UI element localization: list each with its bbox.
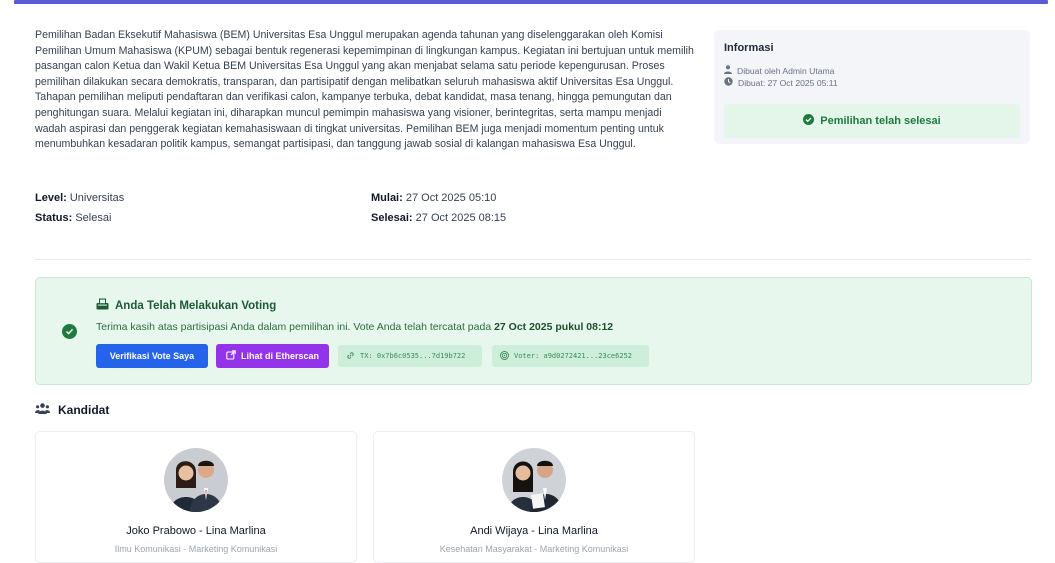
candidate-program: Kesehatan Masyarakat - Marketing Komunik… xyxy=(439,544,629,554)
status-row: Status: Selesai xyxy=(35,212,111,224)
start-label: Mulai: xyxy=(371,192,403,204)
etherscan-button[interactable]: Lihat di Etherscan xyxy=(216,344,329,368)
election-description: Pemilihan Badan Eksekutif Mahasiswa (BEM… xyxy=(35,29,694,151)
verify-vote-label: Verifikasi Vote Saya xyxy=(109,351,195,361)
candidate-name: Andi Wijaya - Lina Marlina xyxy=(470,525,598,537)
info-card: Informasi Dibuat oleh Admin Utama Dibuat… xyxy=(714,30,1030,144)
election-finished-badge: Pemilihan telah selesai xyxy=(724,104,1020,138)
vote-confirmation-card: Anda Telah Melakukan Voting Terima kasih… xyxy=(35,277,1032,385)
level-value: Universitas xyxy=(69,192,125,204)
created-by-row: Dibuat oleh Admin Utama xyxy=(724,65,834,76)
vote-title: Anda Telah Melakukan Voting xyxy=(115,299,277,312)
created-at-text: Dibuat: 27 Oct 2025 05:11 xyxy=(738,77,838,88)
etherscan-label: Lihat di Etherscan xyxy=(240,351,320,361)
vote-success-icon xyxy=(62,324,77,339)
candidates-title: Kandidat xyxy=(58,403,110,417)
level-row: Level: Universitas xyxy=(35,192,124,204)
ballot-box-icon xyxy=(96,298,109,313)
start-row: Mulai: 27 Oct 2025 05:10 xyxy=(371,192,496,204)
candidates-heading: Kandidat xyxy=(35,403,109,417)
start-value: 27 Oct 2025 05:10 xyxy=(405,192,497,204)
top-accent-bar xyxy=(14,0,1048,4)
election-finished-text: Pemilihan telah selesai xyxy=(820,115,941,127)
users-icon xyxy=(35,403,50,417)
vote-time: 27 Oct 2025 pukul 08:12 xyxy=(494,321,614,333)
vote-title-row: Anda Telah Melakukan Voting xyxy=(96,298,276,313)
candidate-card[interactable]: Joko Prabowo - Lina Marlina Ilmu Komunik… xyxy=(35,431,357,563)
link-icon xyxy=(346,351,355,362)
section-divider xyxy=(35,259,1031,260)
status-label: Status: xyxy=(35,212,73,224)
status-value: Selesai xyxy=(75,212,112,224)
voter-address-text: Voter: a9d0272421...23ce6252 xyxy=(514,352,633,360)
candidate-card[interactable]: Andi Wijaya - Lina Marlina Kesehatan Mas… xyxy=(373,431,695,563)
voter-address-chip[interactable]: Voter: a9d0272421...23ce6252 xyxy=(492,345,649,367)
end-value: 27 Oct 2025 08:15 xyxy=(415,212,507,224)
created-at-row: Dibuat: 27 Oct 2025 05:11 xyxy=(724,77,838,88)
check-circle-icon xyxy=(803,114,815,128)
vote-message: Terima kasih atas partisipasi Anda dalam… xyxy=(96,321,613,333)
end-row: Selesai: 27 Oct 2025 08:15 xyxy=(371,212,506,224)
external-link-icon xyxy=(226,350,236,362)
candidate-name: Joko Prabowo - Lina Marlina xyxy=(126,525,266,537)
vote-message-text: Terima kasih atas partisipasi Anda dalam… xyxy=(96,321,492,333)
user-icon xyxy=(724,65,732,76)
created-by-text: Dibuat oleh Admin Utama xyxy=(737,65,835,76)
info-title: Informasi xyxy=(724,42,774,54)
fingerprint-icon xyxy=(500,350,509,362)
candidate-photo xyxy=(164,448,228,512)
level-label: Level: xyxy=(35,192,67,204)
tx-hash-chip[interactable]: TX: 0x7b6c0535...7d19b722 xyxy=(338,345,482,367)
tx-hash-text: TX: 0x7b6c0535...7d19b722 xyxy=(360,352,466,360)
verify-vote-button[interactable]: Verifikasi Vote Saya xyxy=(96,344,208,368)
clock-icon xyxy=(724,77,733,88)
candidate-program: Ilmu Komunikasi - Marketing Komunikasi xyxy=(114,544,278,554)
end-label: Selesai: xyxy=(371,212,413,224)
candidate-photo xyxy=(502,448,566,512)
